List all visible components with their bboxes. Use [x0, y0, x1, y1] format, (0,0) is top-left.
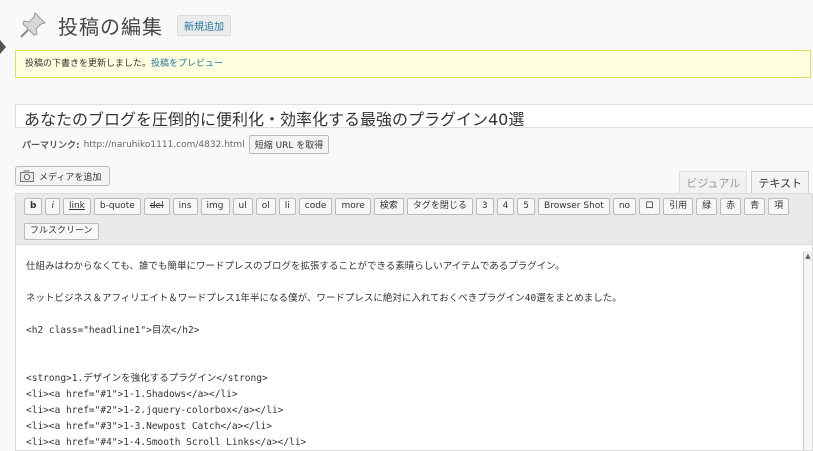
quicktag-button[interactable]: ul — [232, 198, 253, 215]
quicktag-button[interactable]: 緑 — [696, 198, 718, 215]
quicktag-button[interactable]: 3 — [475, 198, 494, 215]
quicktag-button[interactable]: li — [278, 198, 296, 215]
permalink-url[interactable]: http://naruhiko1111.com/4832.html — [84, 140, 245, 150]
quicktag-button[interactable]: more — [335, 198, 371, 215]
quicktag-button[interactable]: 5 — [517, 198, 536, 215]
page-header: 投稿の編集 新規追加 — [18, 8, 231, 42]
quicktag-button[interactable]: Browser Shot — [538, 198, 610, 215]
scroll-up-arrow-icon[interactable]: ▲ — [803, 251, 812, 261]
page-title: 投稿の編集 — [58, 14, 163, 39]
editor-line: 仕組みはわからなくても、誰でも簡単にワードプレスのブログを拡張することができる素… — [26, 261, 565, 272]
quicktag-button[interactable]: b-quote — [93, 198, 141, 215]
quicktag-button[interactable]: 項 — [768, 198, 790, 215]
quicktags-row-1: b i link b-quote del ins img ul ol li code more 検索 タグ… — [24, 198, 792, 215]
editor-line: <li><a href="#4">1-4.Smooth Scroll Links… — [26, 437, 307, 448]
notice-message: 投稿の下書きを更新しました。 — [25, 59, 152, 69]
update-notice: 投稿の下書きを更新しました。投稿をプレビュー — [15, 50, 811, 78]
editor-line: <li><a href="#1">1-1.Shadows</a></li> — [26, 389, 238, 400]
editor-line: ネットビジネス＆アフィリエイト＆ワードプレス1年半になる僕が、ワードプレスに絶対… — [26, 293, 622, 304]
quicktag-button[interactable]: b — [24, 198, 43, 215]
add-media-label: メディアを追加 — [39, 172, 102, 183]
quicktag-button[interactable]: 青 — [744, 198, 766, 215]
add-new-button[interactable]: 新規追加 — [177, 14, 231, 36]
quicktag-button[interactable]: img — [200, 198, 230, 215]
scrollbar[interactable] — [803, 261, 812, 450]
editor-line: <h2 class="headline1">目次</h2> — [26, 325, 200, 336]
quicktag-button[interactable]: 赤 — [720, 198, 742, 215]
post-title-input[interactable]: あなたのブログを圧倒的に便利化・効率化する最強のプラグイン40選 — [15, 104, 813, 129]
editor-tabs: ビジュアル テキスト — [675, 171, 809, 194]
quicktag-button[interactable]: ロ — [639, 198, 661, 215]
quicktag-button[interactable]: ins — [172, 198, 198, 215]
quicktag-button[interactable]: フルスクリーン — [24, 223, 99, 240]
quicktag-button[interactable]: no — [612, 198, 637, 215]
quicktags-toolbar: b i link b-quote del ins img ul ol li code more 検索 タグ… — [15, 193, 813, 245]
editor-content: 仕組みはわからなくても、誰でも簡単にワードプレスのブログを拡張することができる素… — [26, 259, 622, 450]
editor-textarea[interactable]: 仕組みはわからなくても、誰でも簡単にワードプレスのブログを拡張することができる素… — [15, 245, 813, 451]
collapse-arrow-icon[interactable] — [0, 40, 6, 54]
permalink-label: パーマリンク: — [22, 141, 80, 151]
quicktag-button[interactable]: del — [143, 198, 170, 215]
quicktag-button[interactable]: 検索 — [373, 198, 404, 215]
editor-line: <strong>1.デザインを強化するプラグイン</strong> — [26, 373, 268, 384]
quicktag-button[interactable]: タグを閉じる — [406, 198, 473, 215]
quicktag-button[interactable]: 4 — [496, 198, 515, 215]
camera-icon — [20, 170, 34, 182]
quicktag-button[interactable]: i — [45, 198, 60, 215]
editor-line: <li><a href="#2">1-2.jquery-colorbox</a>… — [26, 405, 284, 416]
get-shortlink-button[interactable]: 短縮 URL を取得 — [248, 135, 330, 154]
quicktags-row-2: フルスクリーン — [24, 223, 102, 240]
quicktag-button[interactable]: 引用 — [663, 198, 694, 215]
permalink-row: パーマリンク: http://naruhiko1111.com/4832.htm… — [22, 135, 330, 154]
quicktag-button[interactable]: code — [298, 198, 333, 215]
tab-text[interactable]: テキスト — [751, 171, 809, 194]
tab-visual[interactable]: ビジュアル — [679, 171, 748, 194]
editor-line: <li><a href="#3">1-3.Newpost Catch</a></… — [26, 421, 272, 432]
quicktag-button[interactable]: link — [62, 198, 91, 215]
pushpin-icon — [20, 12, 46, 38]
post-title-text: あなたのブログを圧倒的に便利化・効率化する最強のプラグイン40選 — [24, 110, 525, 129]
preview-link[interactable]: 投稿をプレビュー — [151, 59, 223, 69]
add-media-button[interactable]: メディアを追加 — [15, 166, 111, 186]
quicktag-button[interactable]: ol — [255, 198, 276, 215]
